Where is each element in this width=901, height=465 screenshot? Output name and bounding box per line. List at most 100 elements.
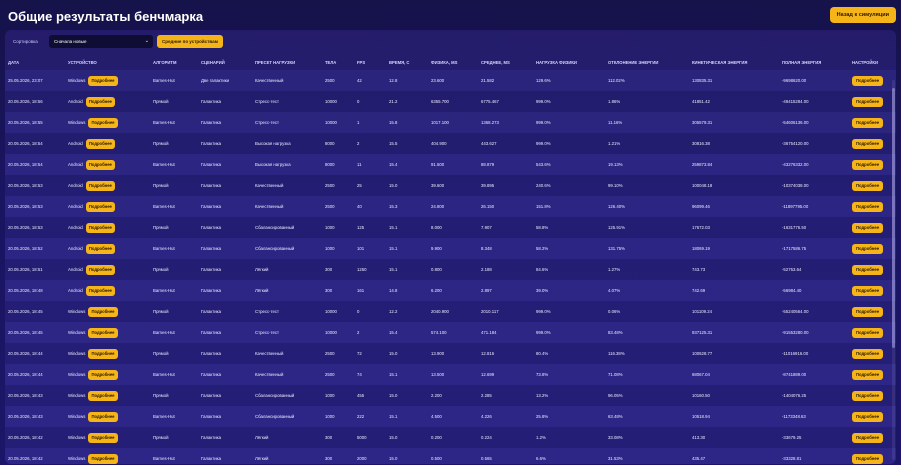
device-details-button[interactable]: Подробнее bbox=[88, 411, 118, 422]
device-details-button[interactable]: Подробнее bbox=[88, 432, 118, 443]
scrollbar[interactable] bbox=[892, 80, 895, 460]
column-header: Время, с bbox=[389, 59, 410, 65]
device-details-button[interactable]: Подробнее bbox=[85, 138, 115, 149]
settings-details-button[interactable]: Подробнее bbox=[852, 201, 884, 212]
settings-details-button[interactable]: Подробнее bbox=[852, 180, 884, 191]
device-name: Windows bbox=[68, 351, 86, 356]
device-details-button[interactable]: Подробнее bbox=[88, 117, 118, 128]
table-cell: Галактика bbox=[198, 133, 252, 154]
device-details-button[interactable]: Подробнее bbox=[85, 243, 115, 254]
settings-details-button[interactable]: Подробнее bbox=[852, 432, 884, 443]
column-header: Алгоритм bbox=[153, 59, 177, 65]
table-cell: 2500 bbox=[322, 175, 354, 196]
table-cell: Прямой bbox=[150, 175, 198, 196]
table-cell: 15.1 bbox=[386, 406, 428, 427]
top-bar: Общие результаты бенчмарка Назад к симул… bbox=[0, 0, 901, 30]
table-cell: Лёгкий bbox=[252, 280, 322, 301]
settings-details-button[interactable]: Подробнее bbox=[852, 264, 884, 275]
table-cell: 15.0 bbox=[386, 427, 428, 448]
settings-details-button[interactable]: Подробнее bbox=[852, 138, 884, 149]
device-name: Android bbox=[68, 267, 83, 272]
table-cell: 937125.31 bbox=[689, 322, 779, 343]
table-cell: 20.05.2026, 18:43 bbox=[5, 385, 65, 406]
device-details-button[interactable]: Подробнее bbox=[85, 201, 115, 212]
settings-cell: Подробнее bbox=[849, 196, 896, 217]
device-details-button[interactable]: Подробнее bbox=[88, 327, 118, 338]
settings-details-button[interactable]: Подробнее bbox=[852, 75, 884, 86]
settings-details-button[interactable]: Подробнее bbox=[852, 390, 884, 401]
device-details-button[interactable]: Подробнее bbox=[85, 159, 115, 170]
device-details-button[interactable]: Подробнее bbox=[85, 96, 115, 107]
table-cell: 1.27% bbox=[605, 259, 689, 280]
device-details-button[interactable]: Подробнее bbox=[85, 264, 115, 275]
device-details-button[interactable]: Подробнее bbox=[88, 369, 118, 380]
table-cell: 1000 bbox=[322, 385, 354, 406]
device-details-button[interactable]: Подробнее bbox=[85, 222, 115, 233]
settings-details-button[interactable]: Подробнее bbox=[852, 222, 884, 233]
table-cell: Windows Подробнее bbox=[65, 364, 150, 385]
column-header: Пресет нагрузки bbox=[255, 59, 296, 65]
settings-details-button[interactable]: Подробнее bbox=[852, 453, 884, 464]
table-cell: 300 bbox=[322, 280, 354, 301]
back-to-simulation-button[interactable]: Назад к симуляции bbox=[829, 7, 896, 23]
table-cell: 8000 bbox=[322, 154, 354, 175]
device-details-button[interactable]: Подробнее bbox=[88, 75, 118, 86]
table-cell: 12.816 bbox=[478, 343, 533, 364]
table-cell: 116.38% bbox=[605, 343, 689, 364]
device-details-button[interactable]: Подробнее bbox=[88, 390, 118, 401]
device-details-button[interactable]: Подробнее bbox=[85, 180, 115, 191]
table-cell: 40 bbox=[354, 196, 386, 217]
table-cell: 471.184 bbox=[478, 322, 533, 343]
table-cell: 0.200 bbox=[428, 427, 478, 448]
table-cell: 20.05.2026, 18:52 bbox=[5, 238, 65, 259]
table-cell: 20.05.2026, 18:53 bbox=[5, 175, 65, 196]
table-cell: Windows Подробнее bbox=[65, 385, 150, 406]
table-cell: Barnes-Hut bbox=[150, 280, 198, 301]
device-averages-button[interactable]: Средние по устройствам bbox=[157, 35, 223, 48]
table-row: 20.05.2026, 18:42 Windows Подробнее Прямой Г… bbox=[5, 427, 896, 448]
table-row: 20.05.2026, 18:52 Android Подробнее Barnes-… bbox=[5, 238, 896, 259]
device-details-button[interactable]: Подробнее bbox=[88, 306, 118, 317]
scrollbar-thumb[interactable] bbox=[892, 88, 895, 348]
settings-details-button[interactable]: Подробнее bbox=[852, 411, 884, 422]
table-cell: 88.879 bbox=[478, 154, 533, 175]
settings-details-button[interactable]: Подробнее bbox=[852, 159, 884, 170]
table-cell: 39.600 bbox=[428, 175, 478, 196]
table-row: 20.05.2026, 18:53 Android Подробнее Прямой Г… bbox=[5, 175, 896, 196]
table-row: 20.05.2026, 18:54 Android Подробнее Прямой Г… bbox=[5, 133, 896, 154]
table-cell: -9698620.00 bbox=[779, 70, 849, 91]
table-row: 20.05.2026, 18:55 Windows Подробнее Barnes-… bbox=[5, 112, 896, 133]
settings-details-button[interactable]: Подробнее bbox=[852, 285, 884, 296]
sort-select[interactable]: Сначала новые ⌄ bbox=[49, 35, 153, 48]
table-cell: Галактика bbox=[198, 91, 252, 112]
table-cell: 455 bbox=[354, 385, 386, 406]
table-cell: Галактика bbox=[198, 385, 252, 406]
table-cell: Сбалансированный bbox=[252, 238, 322, 259]
settings-details-button[interactable]: Подробнее bbox=[852, 243, 884, 254]
device-details-button[interactable]: Подробнее bbox=[88, 453, 118, 464]
device-details-button[interactable]: Подробнее bbox=[85, 285, 115, 296]
settings-cell: Подробнее bbox=[849, 217, 896, 238]
settings-details-button[interactable]: Подробнее bbox=[852, 306, 884, 317]
device-name: Android bbox=[68, 246, 83, 251]
table-cell: Галактика bbox=[198, 154, 252, 175]
table-cell: Windows Подробнее bbox=[65, 448, 150, 464]
chevron-down-icon: ⌄ bbox=[144, 38, 149, 44]
settings-details-button[interactable]: Подробнее bbox=[852, 369, 884, 380]
table-cell: 161 bbox=[354, 280, 386, 301]
settings-details-button[interactable]: Подробнее bbox=[852, 327, 884, 338]
table-cell: 11 bbox=[354, 154, 386, 175]
table-cell: -49415284.00 bbox=[779, 91, 849, 112]
table-cell: 20.05.2026, 18:44 bbox=[5, 364, 65, 385]
settings-details-button[interactable]: Подробнее bbox=[852, 96, 884, 107]
table-cell: Android Подробнее bbox=[65, 154, 150, 175]
controls-bar: Сортировка Сначала новые ⌄ Средние по ус… bbox=[5, 30, 896, 54]
settings-details-button[interactable]: Подробнее bbox=[852, 348, 884, 359]
table-cell: -1173348.63 bbox=[779, 406, 849, 427]
table-cell: Высокая нагрузка bbox=[252, 133, 322, 154]
column-header: Нагрузка физики bbox=[536, 59, 577, 65]
device-name: Android bbox=[68, 183, 83, 188]
device-details-button[interactable]: Подробнее bbox=[88, 348, 118, 359]
table-cell: Две галактики bbox=[198, 70, 252, 91]
settings-details-button[interactable]: Подробнее bbox=[852, 117, 884, 128]
